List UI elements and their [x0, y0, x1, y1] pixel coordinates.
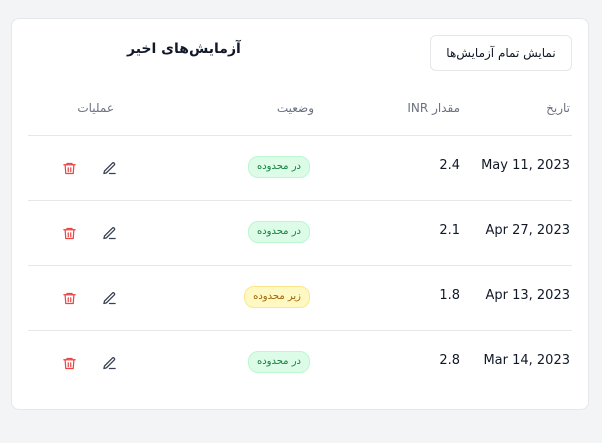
status-badge: در محدوده — [247, 221, 310, 243]
header-date: تاریخ — [546, 101, 570, 115]
row-date: May 11, 2023 — [481, 158, 570, 173]
status-badge: در محدوده — [247, 351, 310, 373]
view-all-tests-button[interactable]: نمایش تمام آزمایش‌ها — [430, 35, 572, 71]
row-date: Apr 13, 2023 — [485, 288, 570, 303]
table-row: Mar 14, 2023 2.8 در محدوده — [28, 331, 572, 395]
recent-tests-card: آزمایش‌های اخیر نمایش تمام آزمایش‌ها تار… — [11, 18, 589, 410]
edit-icon[interactable] — [100, 224, 118, 242]
trash-icon[interactable] — [60, 159, 78, 177]
trash-icon[interactable] — [60, 224, 78, 242]
row-inr: 2.4 — [439, 158, 460, 173]
edit-icon[interactable] — [100, 354, 118, 372]
edit-icon[interactable] — [100, 159, 118, 177]
table-row: May 11, 2023 2.4 در محدوده — [28, 136, 572, 201]
table-header: تاریخ مقدار INR وضعیت عملیات — [28, 87, 572, 136]
row-inr: 2.8 — [439, 353, 460, 368]
trash-icon[interactable] — [60, 354, 78, 372]
row-inr: 2.1 — [439, 223, 460, 238]
table-row: Apr 13, 2023 1.8 زیر محدوده — [28, 266, 572, 331]
card-title: آزمایش‌های اخیر — [127, 41, 241, 57]
status-badge: زیر محدوده — [244, 286, 310, 308]
edit-icon[interactable] — [100, 289, 118, 307]
header-inr: مقدار INR — [407, 101, 460, 115]
row-date: Mar 14, 2023 — [483, 353, 570, 368]
trash-icon[interactable] — [60, 289, 78, 307]
status-badge: در محدوده — [247, 156, 310, 178]
table-row: Apr 27, 2023 2.1 در محدوده — [28, 201, 572, 266]
row-inr: 1.8 — [439, 288, 460, 303]
row-date: Apr 27, 2023 — [485, 223, 570, 238]
header-actions: عملیات — [77, 101, 114, 115]
header-status: وضعیت — [276, 101, 314, 115]
